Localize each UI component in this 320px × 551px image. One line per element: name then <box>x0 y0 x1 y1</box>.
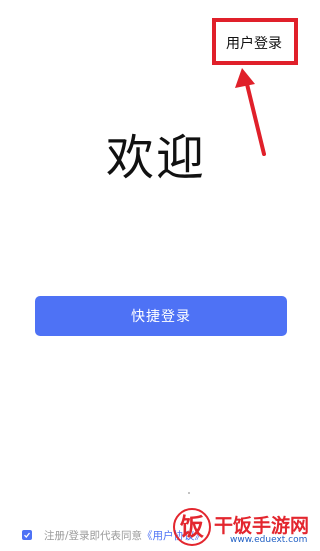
agreement-text: 注册/登录即代表同意 <box>44 529 143 542</box>
user-agreement-link[interactable]: 《用户协议》 <box>142 528 205 543</box>
user-login-link[interactable]: 用户登录 <box>217 29 291 57</box>
checkmark-icon <box>24 532 31 538</box>
welcome-title: 欢迎 <box>105 130 206 186</box>
login-screen: 用户登录 欢迎 快捷登录 注册/登录即代表同意 《用户协议》 饭 干饭手游网 w… <box>0 0 312 551</box>
agreement-checkbox[interactable] <box>22 530 32 540</box>
agreement-row: 注册/登录即代表同意 《用户协议》 <box>22 526 205 544</box>
watermark-title: 干饭手游网 <box>214 515 310 537</box>
quick-login-button[interactable]: 快捷登录 <box>35 296 287 336</box>
watermark-url: www.eduext.com <box>230 535 308 545</box>
decorative-dot <box>188 492 190 494</box>
